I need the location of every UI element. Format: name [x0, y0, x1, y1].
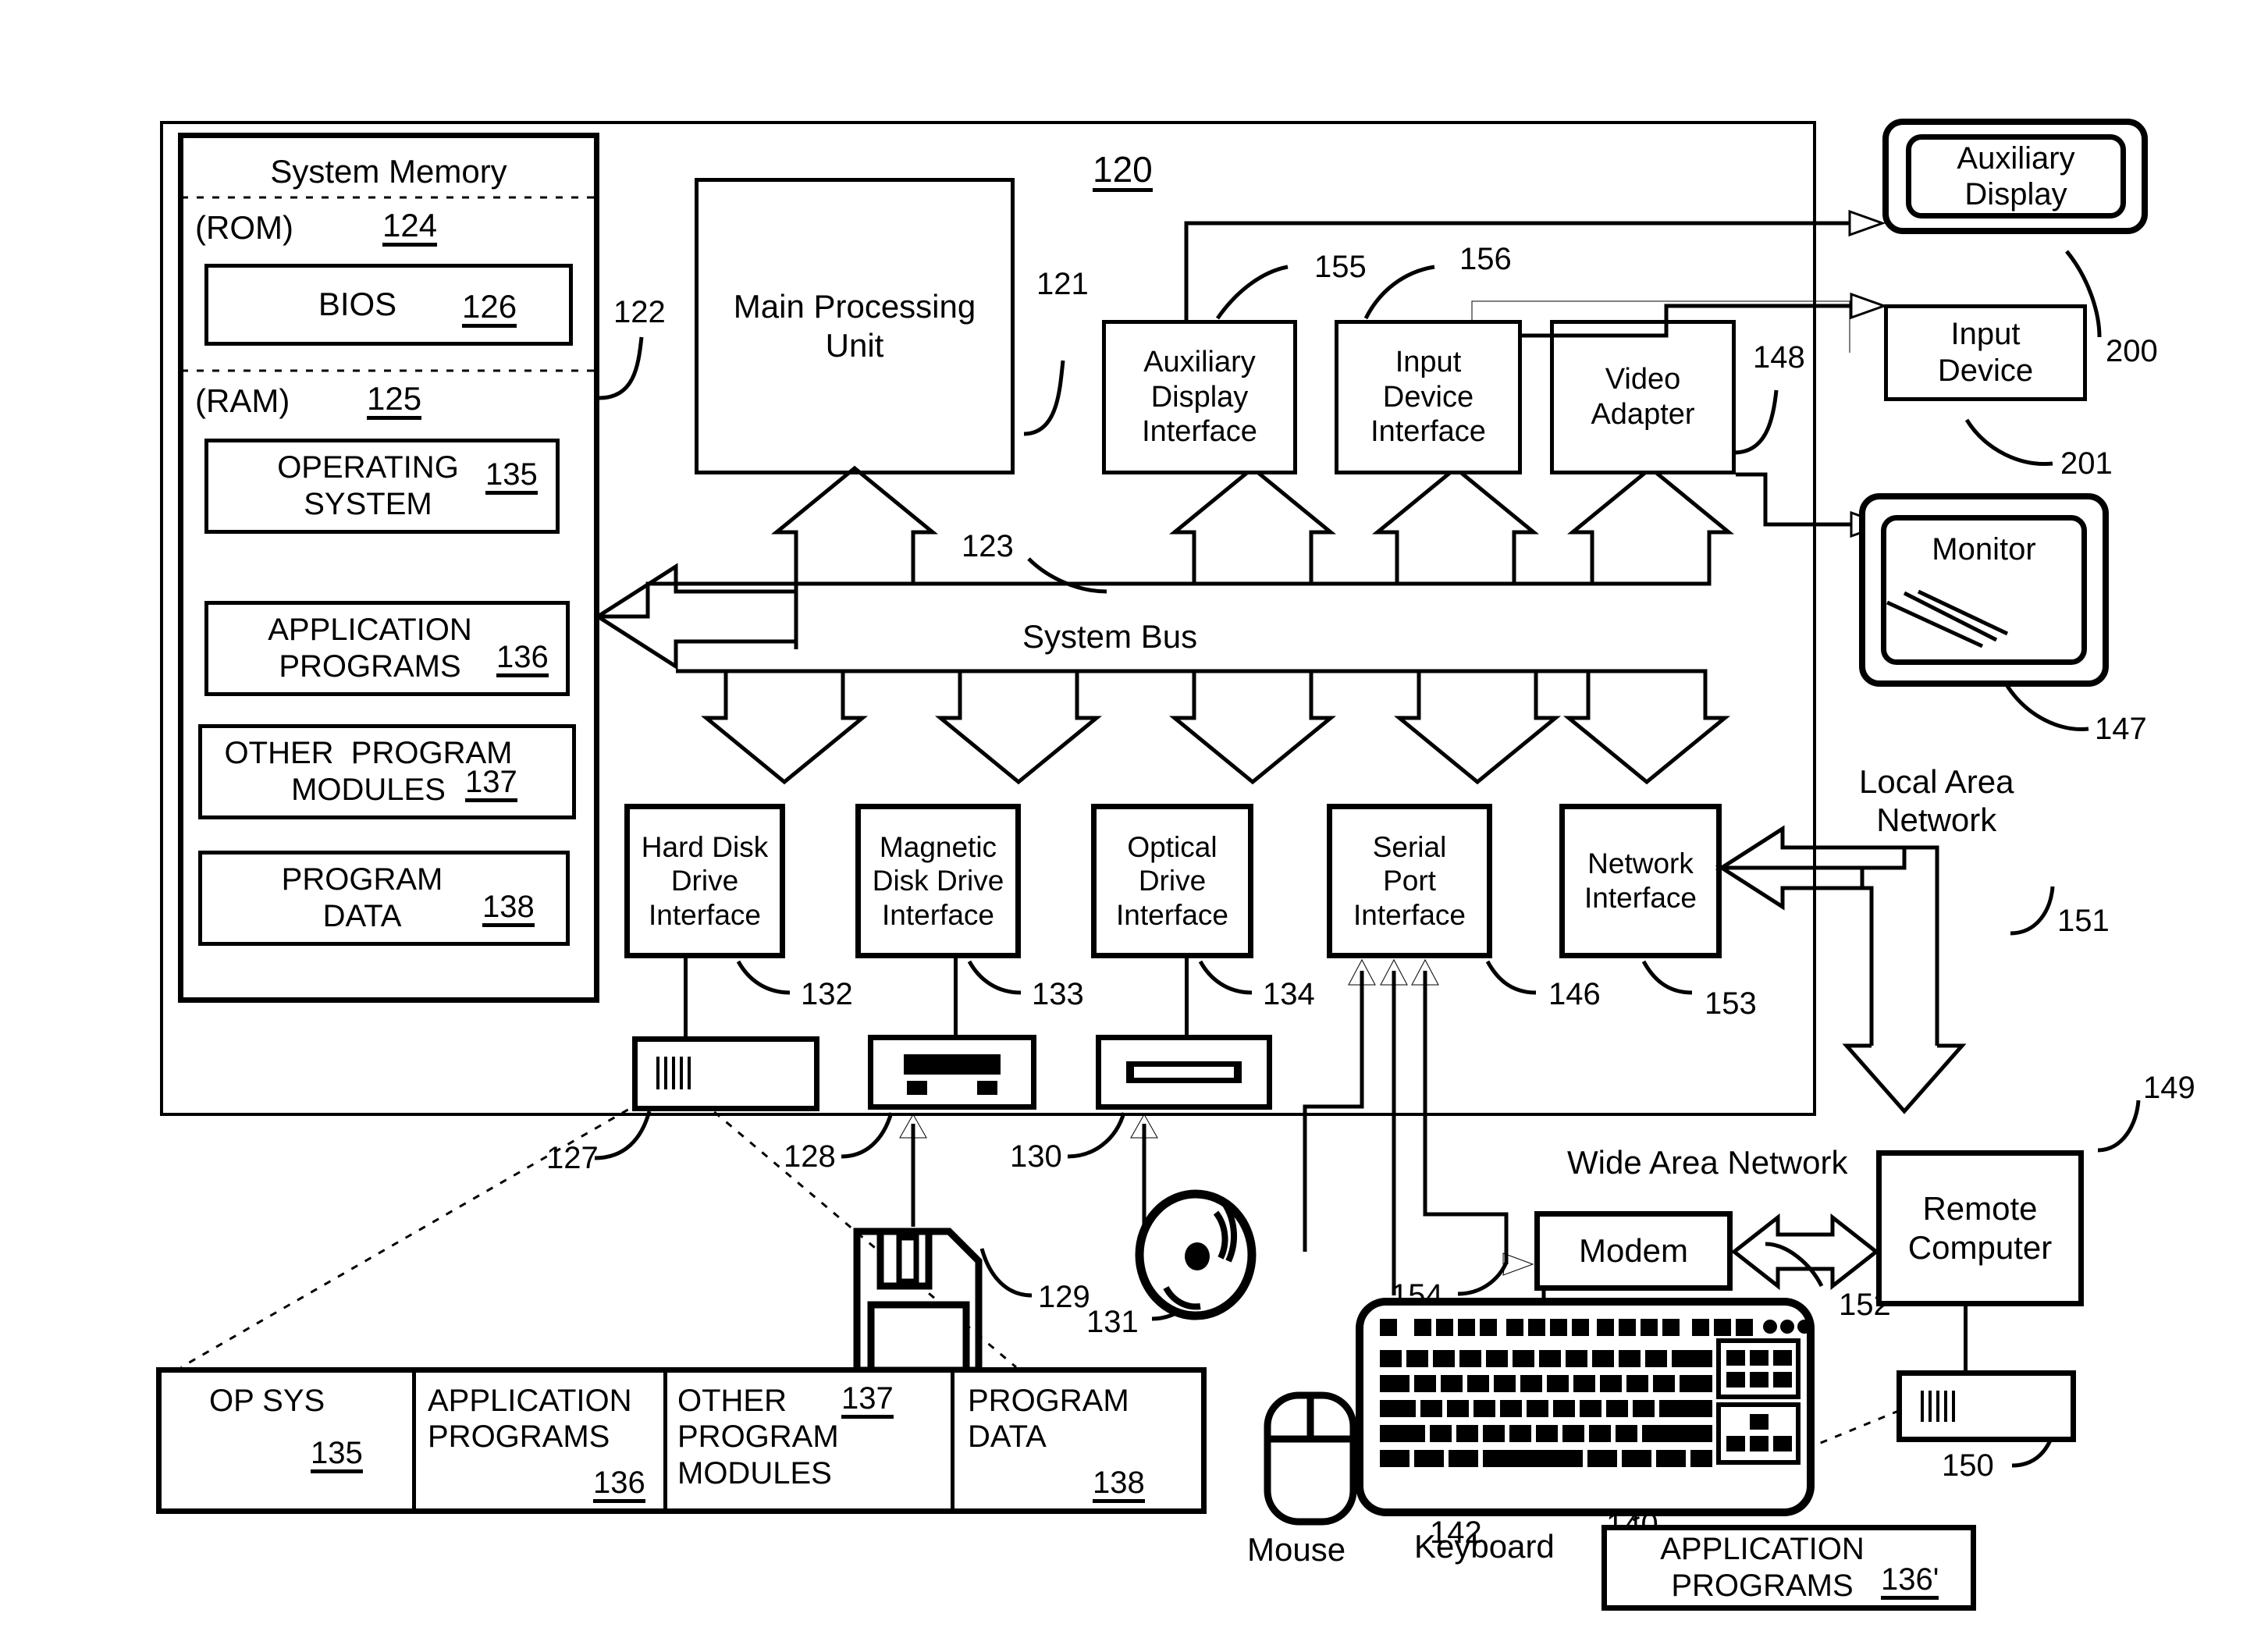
input-device-ref: 201	[2060, 446, 2113, 481]
remote-disk-lines-icon	[1921, 1391, 1955, 1422]
monitor-label: Monitor	[1932, 532, 2036, 567]
auxiliary-display-interface-box: Auxiliary Display Interface	[1102, 320, 1297, 474]
network-interface-box: Network Interface	[1559, 804, 1722, 958]
serial-port-interface-ref: 146	[1548, 977, 1601, 1011]
local-area-network-label: Local Area Network	[1859, 763, 2014, 838]
network-interface-label: Network Interface	[1584, 847, 1697, 914]
table-cell-opsys-label: OP SYS	[209, 1384, 325, 1418]
operating-system-label: OPERATING SYSTEM	[277, 449, 459, 521]
magnetic-disk-drive-ref: 128	[784, 1139, 836, 1174]
hard-disk-drive-icon	[632, 1036, 819, 1111]
ram-label: (RAM)	[195, 382, 290, 419]
ram-ref: 125	[367, 382, 422, 420]
optical-drive-ref: 130	[1010, 1139, 1062, 1174]
serial-port-interface-label: Serial Port Interface	[1353, 830, 1466, 931]
table-divider-3	[951, 1370, 954, 1511]
floppy-slot-icon	[904, 1054, 1001, 1095]
table-divider-2	[663, 1370, 667, 1511]
network-interface-ref: 153	[1705, 986, 1757, 1021]
input-device-interface-box: Input Device Interface	[1335, 320, 1522, 474]
modem-box: Modem	[1534, 1211, 1733, 1291]
rom-ref: 124	[382, 209, 438, 247]
table-cell-data-ref: 138	[1093, 1467, 1145, 1503]
video-adapter-ref: 148	[1753, 340, 1805, 375]
remote-application-programs-ref: 136'	[1881, 1564, 1939, 1600]
video-adapter-box: Video Adapter	[1550, 320, 1736, 474]
auxiliary-display-label: Auxiliary Display	[1957, 141, 2075, 211]
operating-system-ref: 135	[485, 459, 538, 495]
memory-bus-ref: 122	[613, 295, 666, 329]
keyboard-label: Keyboard	[1414, 1528, 1555, 1565]
magnetic-disk-drive-icon	[868, 1035, 1036, 1110]
video-adapter-label: Video Adapter	[1591, 363, 1695, 431]
local-area-network-ref: 151	[2057, 904, 2110, 938]
table-cell-data-label: PROGRAM DATA	[968, 1384, 1129, 1455]
hdd-stem	[684, 958, 688, 1038]
mouse-label: Mouse	[1247, 1531, 1346, 1568]
table-cell-other-ref: 137	[841, 1383, 894, 1419]
hard-disk-drive-ref: 127	[546, 1141, 599, 1175]
input-device-interface-label: Input Device Interface	[1370, 345, 1486, 449]
modem-ref: 154	[1391, 1278, 1443, 1313]
bios-box: BIOS	[204, 264, 573, 346]
monitor-screen: Monitor	[1881, 515, 2087, 665]
magnetic-disk-drive-interface-label: Magnetic Disk Drive Interface	[872, 830, 1004, 931]
program-data-label: PROGRAM DATA	[281, 862, 443, 933]
system-bus-ref: 123	[962, 529, 1014, 563]
floppy-disk-ref: 129	[1038, 1280, 1090, 1314]
remote-drive-stem	[1964, 1306, 1968, 1370]
input-device-interface-ref: 156	[1459, 242, 1512, 276]
system-ref: 120	[1093, 151, 1153, 192]
remote-computer-label: Remote Computer	[1907, 1190, 2053, 1266]
remote-computer-box: Remote Computer	[1876, 1150, 2084, 1306]
table-divider-1	[412, 1370, 416, 1511]
main-processing-unit-box: Main Processing Unit	[695, 178, 1015, 474]
rom-label: (ROM)	[195, 209, 293, 246]
remote-drive-ref: 150	[1942, 1448, 1994, 1483]
main-processing-unit-label: Main Processing Unit	[733, 288, 976, 364]
application-programs-label: APPLICATION PROGRAMS	[268, 612, 472, 684]
wide-area-network-label: Wide Area Network	[1567, 1144, 1848, 1181]
hard-disk-drive-interface-label: Hard Disk Drive Interface	[641, 830, 769, 931]
table-cell-other-label: OTHER PROGRAM MODULES	[677, 1384, 839, 1491]
optical-disc-ref: 131	[1086, 1305, 1139, 1339]
mdd-stem	[954, 958, 958, 1035]
auxiliary-display-ref: 200	[2106, 334, 2158, 368]
program-data-ref: 138	[482, 891, 535, 927]
hard-disk-drive-interface-box: Hard Disk Drive Interface	[624, 804, 785, 958]
system-memory-title: System Memory	[270, 153, 507, 190]
other-program-modules-ref: 137	[465, 766, 517, 802]
optical-drive-interface-ref: 134	[1263, 977, 1315, 1011]
monitor-ref: 147	[2095, 712, 2147, 746]
input-device-label: Input Device	[1937, 316, 2034, 388]
optical-drive-interface-box: Optical Drive Interface	[1091, 804, 1253, 958]
remote-drive-icon	[1897, 1370, 2076, 1442]
table-cell-apps-ref: 136	[593, 1467, 645, 1503]
application-programs-ref: 136	[496, 641, 549, 677]
magnetic-disk-drive-interface-ref: 133	[1032, 977, 1084, 1011]
modem-label: Modem	[1578, 1232, 1689, 1270]
magnetic-disk-drive-interface-box: Magnetic Disk Drive Interface	[855, 804, 1021, 958]
remote-computer-ref: 149	[2143, 1071, 2195, 1105]
optical-drive-icon	[1096, 1035, 1272, 1110]
hard-disk-lines-icon	[656, 1057, 691, 1089]
input-device-box: Input Device	[1884, 304, 2087, 401]
patent-figure: System Memory (ROM) 124 BIOS 126 (RAM) 1…	[0, 0, 2268, 1638]
bios-ref: 126	[462, 290, 517, 328]
auxiliary-display-interface-ref: 155	[1314, 250, 1367, 284]
hard-disk-drive-interface-ref: 132	[801, 977, 853, 1011]
optical-slot-icon	[1126, 1061, 1242, 1083]
other-program-modules-box: OTHER PROGRAM MODULES	[198, 724, 576, 819]
auxiliary-display-screen: Auxiliary Display	[1906, 134, 2126, 219]
serial-port-interface-box: Serial Port Interface	[1327, 804, 1492, 958]
table-cell-apps-label: APPLICATION PROGRAMS	[428, 1384, 632, 1455]
table-cell-opsys-ref: 135	[311, 1437, 363, 1473]
cpu-ref: 121	[1036, 267, 1089, 301]
bios-label: BIOS	[318, 286, 397, 323]
auxiliary-display-interface-label: Auxiliary Display Interface	[1142, 345, 1257, 449]
system-bus-label: System Bus	[1022, 618, 1198, 655]
remote-application-programs-label: APPLICATION PROGRAMS	[1660, 1531, 1865, 1603]
od-stem	[1185, 958, 1189, 1035]
optical-drive-interface-label: Optical Drive Interface	[1116, 830, 1228, 931]
